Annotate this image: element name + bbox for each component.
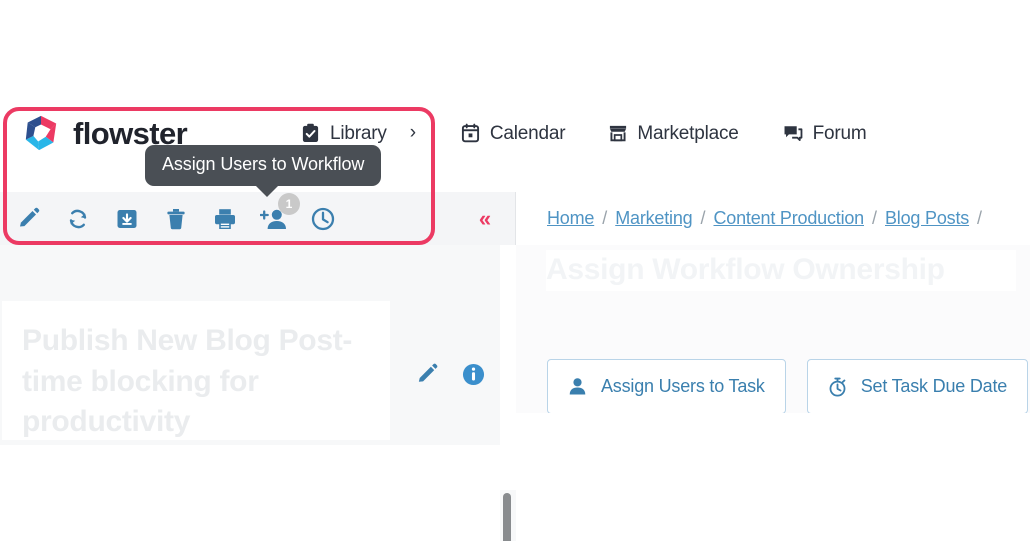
section-title-assign-workflow-ownership: Assign Workflow Ownership	[546, 250, 1016, 291]
sync-workflow-button[interactable]	[64, 205, 92, 233]
chevron-right-icon[interactable]: ›	[410, 122, 416, 144]
set-task-due-date-button[interactable]: Set Task Due Date	[806, 359, 1029, 414]
edit-task-button[interactable]	[415, 362, 440, 387]
trash-icon	[167, 208, 185, 229]
breadcrumb-separator: /	[700, 208, 706, 228]
pencil-icon	[418, 363, 438, 382]
chat-bubbles-icon	[783, 123, 804, 144]
breadcrumb-item-marketing[interactable]: Marketing	[615, 208, 692, 229]
delete-workflow-button[interactable]	[162, 205, 190, 233]
person-icon	[569, 378, 586, 395]
panel-bottom-strip	[516, 413, 1030, 445]
breadcrumb-item-blog-posts[interactable]: Blog Posts	[885, 208, 969, 229]
nav-item-marketplace[interactable]: Marketplace	[607, 122, 739, 144]
archive-box-icon	[117, 209, 137, 228]
right-panel-body: Assign Workflow Ownership Assign Users t…	[516, 245, 1030, 445]
assign-users-to-task-label: Assign Users to Task	[601, 376, 765, 396]
nav-item-forum[interactable]: Forum	[783, 123, 867, 144]
collapse-sidebar-button[interactable]: «	[455, 192, 516, 245]
workflow-title: Publish New Blog Post-time blocking for …	[22, 324, 353, 438]
edit-workflow-button[interactable]	[15, 205, 43, 233]
nav-item-library[interactable]: Library ›	[300, 122, 416, 144]
clock-icon	[311, 207, 335, 230]
breadcrumb-separator: /	[977, 208, 983, 228]
left-panel-scrollbar-thumb[interactable]	[503, 493, 511, 541]
workflow-card-actions	[415, 362, 485, 387]
assign-users-to-workflow-button[interactable]: 1	[260, 192, 300, 233]
flowster-swirl-logo-icon	[25, 115, 57, 151]
task-info-button[interactable]	[462, 363, 485, 386]
print-workflow-button[interactable]	[211, 205, 239, 233]
breadcrumb-item-home[interactable]: Home	[547, 208, 594, 229]
sync-refresh-icon	[69, 209, 87, 228]
breadcrumb-separator: /	[871, 208, 877, 228]
assign-users-to-task-button[interactable]: Assign Users to Task	[547, 359, 786, 414]
tooltip-assign-users-to-workflow: Assign Users to Workflow	[145, 145, 382, 197]
nav-label-marketplace: Marketplace	[637, 122, 739, 144]
calendar-icon	[460, 123, 481, 144]
left-workflow-panel: Publish New Blog Post-time blocking for …	[0, 245, 516, 541]
right-detail-panel: Home / Marketing / Content Production / …	[516, 192, 1030, 445]
storefront-icon	[607, 123, 628, 144]
clipboard-check-icon	[300, 123, 321, 144]
breadcrumb: Home / Marketing / Content Production / …	[516, 192, 1030, 245]
set-task-due-date-label: Set Task Due Date	[860, 376, 1008, 396]
workflow-history-button[interactable]	[309, 205, 337, 233]
nav-links: Library › Calendar Marketplace Forum	[300, 122, 867, 144]
nav-label-calendar: Calendar	[489, 122, 566, 144]
nav-item-calendar[interactable]: Calendar	[460, 123, 566, 144]
nav-label-library: Library	[330, 122, 387, 144]
printer-icon	[215, 208, 235, 229]
brand-name: flowster	[73, 115, 188, 151]
double-chevron-left-icon: «	[478, 205, 492, 231]
ownership-action-buttons: Assign Users to Task Set Task Due Date	[547, 359, 1029, 414]
info-circle-icon	[462, 363, 485, 386]
app-root: flowster Library › Calendar Marketplace …	[0, 0, 1030, 541]
assign-users-badge: 1	[278, 192, 300, 215]
archive-workflow-button[interactable]	[113, 205, 141, 233]
breadcrumb-separator: /	[602, 208, 608, 228]
stopwatch-icon	[829, 377, 846, 397]
workflow-card[interactable]: Publish New Blog Post-time blocking for …	[2, 301, 390, 440]
breadcrumb-item-content-production[interactable]: Content Production	[713, 208, 864, 229]
pencil-icon	[20, 207, 40, 226]
nav-label-forum: Forum	[812, 122, 867, 144]
workflow-toolbar: 1	[0, 192, 500, 245]
